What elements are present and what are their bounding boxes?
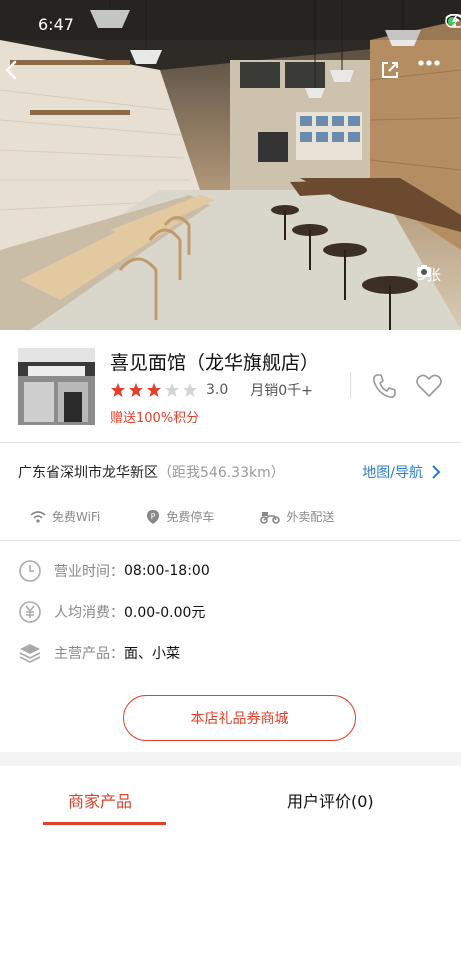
status-time: 6:47 (38, 15, 74, 34)
monthly-sales: 月销0千+ (250, 383, 313, 399)
favorite-button[interactable] (415, 372, 443, 404)
tab-bar: 商家产品 用户评价(0) (0, 766, 461, 830)
header-divider (350, 372, 351, 398)
hero-image[interactable]: 6:47 3张 (0, 0, 461, 330)
storefront-image (18, 348, 95, 425)
shop-name: 喜见面馆（龙华旗舰店） (110, 352, 320, 374)
main-label: 主营产品： (54, 646, 124, 662)
rating-value: 3.0 (206, 382, 229, 398)
camera-icon (417, 265, 432, 277)
main-products: 主营产品： 面、小菜 (18, 641, 180, 665)
restaurant-photo (0, 0, 461, 330)
star-icon (183, 383, 197, 397)
tab-products[interactable]: 商家产品 (68, 788, 132, 812)
map-navigation-link[interactable]: 地图/导航 (362, 462, 441, 482)
hours-label: 营业时间： (54, 564, 124, 580)
section-divider (0, 540, 461, 541)
amenity-delivery: 外卖配送 (260, 508, 334, 525)
shop-address: 广东省深圳市龙华新区（距我546.33km） (18, 462, 285, 482)
shop-header: 喜见面馆（龙华旗舰店） 3.0 月销0千+ 赠送100%积分 (0, 330, 461, 442)
star-icon (129, 383, 143, 397)
chevron-right-icon (432, 465, 441, 479)
points-bonus: 赠送100%积分 (110, 411, 200, 426)
clock-icon (19, 560, 41, 582)
amenity-label: 外卖配送 (286, 510, 335, 524)
amenity-label: 免费WiFi (52, 510, 101, 524)
star-icon (147, 383, 161, 397)
share-icon (382, 62, 398, 78)
scooter-icon (260, 511, 281, 524)
svg-text:P: P (151, 512, 156, 521)
active-tab-indicator (43, 822, 166, 825)
star-icon (165, 383, 179, 397)
heart-icon (416, 374, 442, 397)
photo-count[interactable]: 3张 (416, 264, 441, 285)
call-button[interactable] (370, 372, 398, 404)
back-button[interactable] (4, 60, 34, 90)
average-spend: 人均消费： 0.00-0.00元 (18, 600, 205, 624)
parking-icon: P (147, 509, 160, 524)
more-dots-icon (418, 60, 440, 66)
amenity-parking: P 免费停车 (146, 508, 214, 525)
amenity-label: 免费停车 (166, 510, 215, 524)
address-distance: （距我546.33km） (158, 465, 285, 481)
avg-value: 0.00-0.00元 (124, 605, 206, 621)
more-button[interactable] (418, 60, 448, 90)
map-link-label: 地图/导航 (362, 465, 423, 481)
tab-reviews[interactable]: 用户评价(0) (287, 788, 374, 812)
rating-stars (110, 382, 198, 398)
gift-voucher-mall-button[interactable]: 本店礼品券商城 (123, 695, 356, 741)
avg-label: 人均消费： (54, 605, 124, 621)
layers-icon (19, 644, 41, 663)
section-divider (0, 442, 461, 443)
share-button[interactable] (380, 60, 410, 90)
hours-value: 08:00-18:00 (124, 563, 210, 579)
section-gap (0, 752, 461, 766)
battery-icon (445, 14, 461, 28)
amenity-wifi: 免费WiFi (30, 508, 100, 525)
yuan-icon (19, 601, 41, 623)
shop-thumbnail[interactable] (18, 348, 95, 425)
amenities-row: 免费WiFi P 免费停车 外卖配送 (30, 508, 380, 525)
rating-row: 3.0 月销0千+ (110, 380, 313, 400)
main-value: 面、小菜 (124, 646, 180, 662)
wifi-icon (30, 510, 46, 523)
business-hours: 营业时间： 08:00-18:00 (18, 559, 210, 583)
star-icon (111, 383, 125, 397)
phone-icon (373, 374, 396, 398)
chevron-left-icon (5, 60, 17, 80)
address-text: 广东省深圳市龙华新区 (18, 465, 158, 481)
